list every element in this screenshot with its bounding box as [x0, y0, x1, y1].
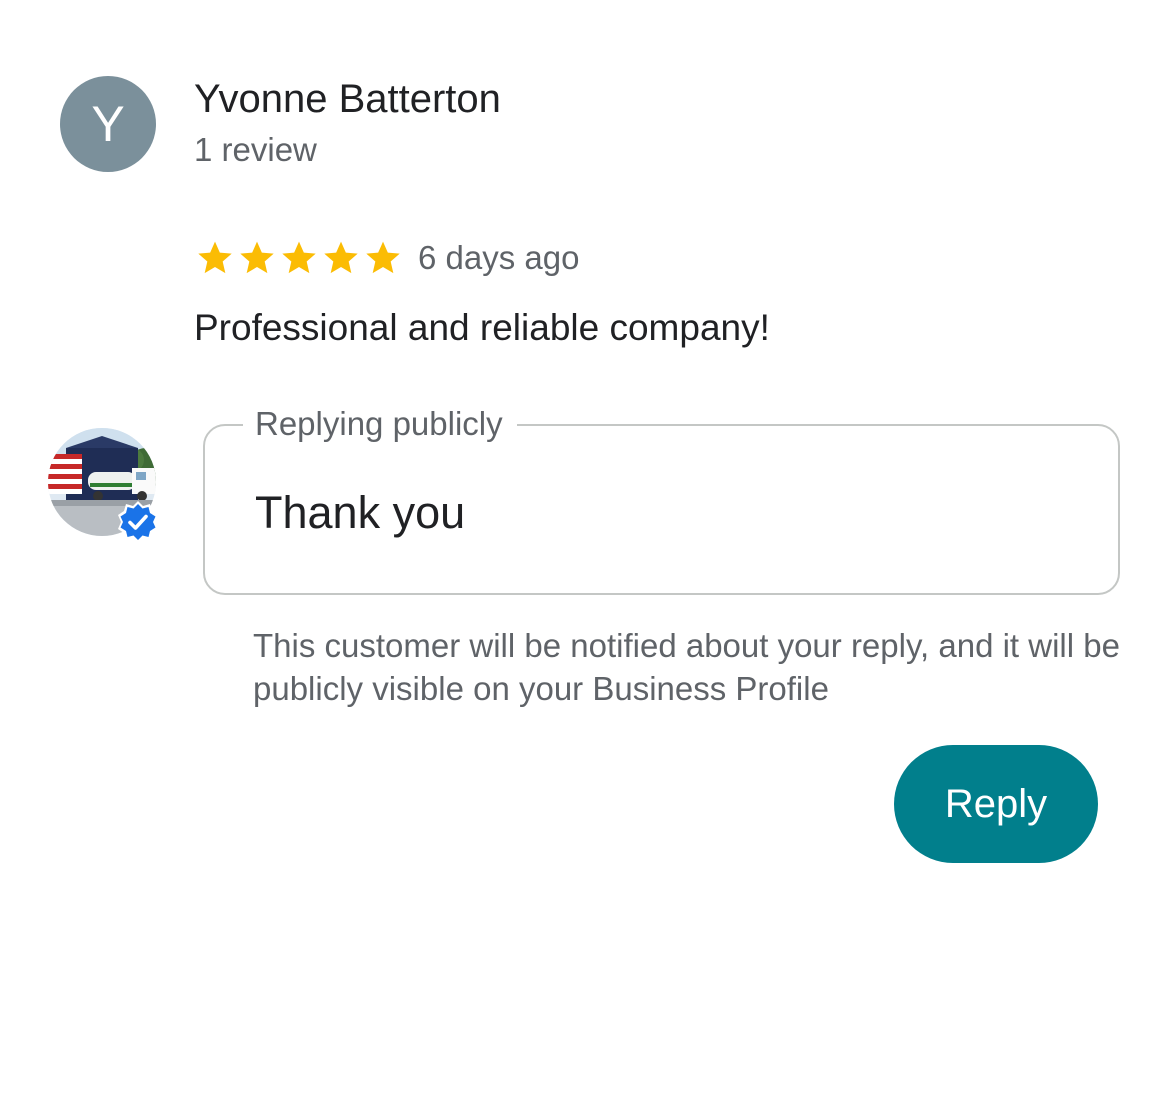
star-icon	[282, 241, 316, 274]
reviewer-initial: Y	[91, 96, 125, 152]
review-reply-page: Y Yvonne Batterton 1 review 6 days ago P…	[0, 0, 1170, 1098]
reply-field-label: Replying publicly	[243, 404, 517, 444]
owner-avatar	[48, 428, 158, 543]
review-date: 6 days ago	[418, 239, 580, 276]
reply-input-value[interactable]: Thank you	[255, 486, 465, 540]
verified-badge-icon	[116, 500, 160, 544]
star-icon	[198, 241, 232, 274]
review-text: Professional and reliable company!	[194, 307, 770, 348]
reviewer-name[interactable]: Yvonne Batterton	[194, 76, 501, 122]
reply-visibility-notice: This customer will be notified about you…	[253, 627, 1120, 707]
reviewer-avatar[interactable]: Y	[60, 76, 156, 172]
star-icon	[366, 241, 400, 274]
star-icon	[240, 241, 274, 274]
rating-row: 6 days ago	[194, 236, 579, 280]
reply-text-field[interactable]: Replying publicly Thank you	[203, 404, 1120, 595]
star-rating	[194, 238, 404, 278]
reply-button[interactable]: Reply	[894, 745, 1098, 863]
star-icon	[324, 241, 358, 274]
reviewer-review-count: 1 review	[194, 131, 317, 168]
